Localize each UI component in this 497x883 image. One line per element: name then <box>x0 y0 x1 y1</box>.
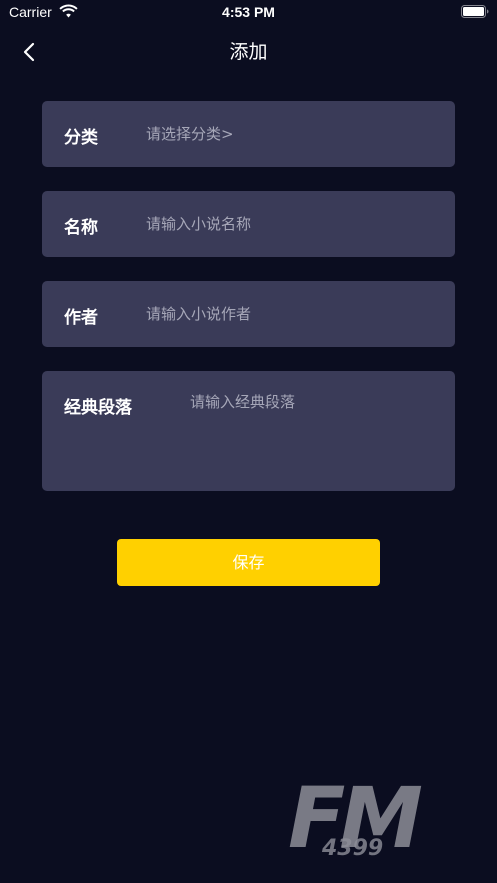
status-time: 4:53 PM <box>222 4 275 20</box>
category-field[interactable]: 分类 <box>42 101 455 167</box>
passage-label: 经典段落 <box>64 398 132 418</box>
page-title: 添加 <box>229 41 268 63</box>
author-label: 作者 <box>64 308 98 328</box>
watermark-number: 4399 <box>322 836 384 861</box>
name-label: 名称 <box>64 218 98 238</box>
author-input[interactable] <box>146 303 436 325</box>
name-input[interactable] <box>146 213 436 235</box>
category-select[interactable] <box>146 123 436 145</box>
name-field: 名称 <box>42 191 455 257</box>
passage-textarea[interactable] <box>190 391 440 471</box>
category-label: 分类 <box>64 128 98 148</box>
passage-field: 经典段落 <box>42 371 455 491</box>
author-field: 作者 <box>42 281 455 347</box>
save-button[interactable]: 保存 <box>117 539 380 586</box>
status-bar: Carrier 4:53 PM <box>0 0 497 26</box>
fm-watermark-logo: FM 4399 <box>286 770 466 870</box>
nav-bar: 添加 <box>0 26 497 76</box>
battery-icon <box>461 5 489 18</box>
